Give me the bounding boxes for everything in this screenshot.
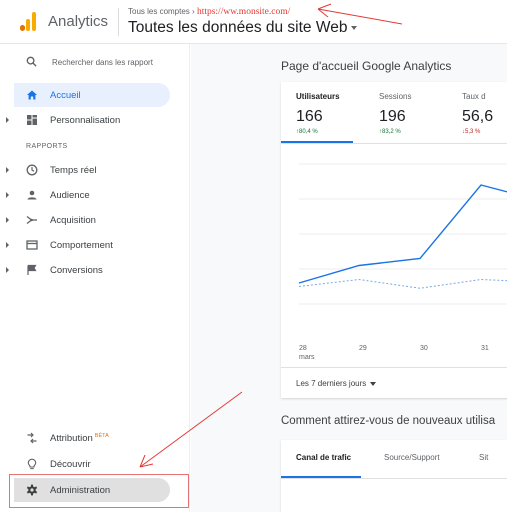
expand-arrow-icon xyxy=(6,242,9,248)
x-tick-label: 31 xyxy=(481,345,489,352)
overview-card: Utilisateurs 166 ↑80,4 % Sessions 196 ↑8… xyxy=(281,82,507,398)
behavior-icon xyxy=(26,240,38,250)
metric-change: ↑83,2 % xyxy=(379,129,401,135)
sidebar-item-home[interactable]: Accueil xyxy=(0,83,190,107)
metric-label: Sessions xyxy=(379,92,412,101)
page-title: Page d'accueil Google Analytics xyxy=(281,59,452,73)
sidebar-item-label: Comportement xyxy=(50,240,113,251)
tab-traffic-channel[interactable]: Canal de trafic xyxy=(296,453,351,462)
breadcrumb[interactable]: Tous les comptes › https://ww.monsite.co… xyxy=(128,7,290,17)
sidebar-item-label: Temps réel xyxy=(50,165,97,176)
expand-arrow-icon xyxy=(6,167,9,173)
sidebar-item-label: Personnalisation xyxy=(50,115,121,126)
sidebar-item-conversions[interactable]: Conversions xyxy=(0,258,190,282)
breadcrumb-property-url[interactable]: https://ww.monsite.com/ xyxy=(197,7,290,17)
sidebar-item-discover[interactable]: Découvrir xyxy=(0,452,190,476)
flag-icon xyxy=(27,264,37,275)
tab-source-medium[interactable]: Source/Support xyxy=(384,453,440,462)
acquisition-icon xyxy=(26,215,37,225)
header-divider xyxy=(118,8,119,36)
person-icon xyxy=(27,190,37,200)
card-divider xyxy=(281,143,507,144)
metric-label: Taux d xyxy=(462,92,486,101)
app-name: Analytics xyxy=(48,13,109,30)
acquisition-card-title: Comment attirez-vous de nouveaux utilisa xyxy=(281,415,496,427)
caret-down-icon xyxy=(370,381,377,386)
x-tick-label: 30 xyxy=(420,345,428,352)
sidebar-item-label: Audience xyxy=(50,190,90,201)
tab-referrals[interactable]: Sit xyxy=(479,453,488,462)
metric-users[interactable]: Utilisateurs 166 ↑80,4 % xyxy=(296,92,340,135)
home-icon xyxy=(27,90,37,100)
sidebar-item-label: Accueil xyxy=(50,90,81,101)
series-line-previous xyxy=(298,278,507,289)
x-tick-label: 29 xyxy=(359,345,367,352)
caret-down-icon xyxy=(351,25,358,30)
sidebar: Rechercher dans les rapport Accueil Pers… xyxy=(0,44,190,512)
expand-arrow-icon xyxy=(6,267,9,273)
sidebar-item-label: Découvrir xyxy=(50,459,91,470)
metric-label: Utilisateurs xyxy=(296,92,340,101)
view-title: Toutes les données du site Web xyxy=(128,19,348,36)
acquisition-card: Canal de trafic Source/Support Sit xyxy=(281,440,507,512)
card-divider xyxy=(281,367,507,368)
metric-change: ↓5,3 % xyxy=(462,129,481,135)
x-tick-label: 28 xyxy=(299,345,307,352)
analytics-logo-icon[interactable] xyxy=(20,12,37,31)
metric-value: 166 xyxy=(296,108,323,125)
search-icon xyxy=(26,56,37,67)
report-search[interactable]: Rechercher dans les rapport xyxy=(0,52,190,74)
attribution-icon xyxy=(27,432,37,444)
sidebar-item-customization[interactable]: Personnalisation xyxy=(0,108,190,132)
main-content: Page d'accueil Google Analytics Utilisat… xyxy=(191,44,507,512)
metric-sessions[interactable]: Sessions 196 ↑83,2 % xyxy=(379,92,411,135)
sidebar-item-realtime[interactable]: Temps réel xyxy=(0,158,190,182)
date-range-selector[interactable]: Les 7 derniers jours xyxy=(296,379,377,388)
annotation-highlight-box xyxy=(9,474,189,508)
section-label-reports: RAPPORTS xyxy=(26,143,68,150)
expand-arrow-icon xyxy=(6,217,9,223)
search-input[interactable]: Rechercher dans les rapport xyxy=(52,58,153,67)
sidebar-item-label: Conversions xyxy=(50,265,103,276)
sidebar-item-attribution[interactable]: Attribution BÊTA xyxy=(0,426,190,450)
metric-bounce-rate[interactable]: Taux d 56,6 ↓5,3 % xyxy=(462,92,493,135)
app-header: Analytics Tous les comptes › https://ww.… xyxy=(0,0,507,44)
x-tick-month-label: mars xyxy=(299,354,315,361)
expand-arrow-icon xyxy=(6,192,9,198)
sidebar-item-audience[interactable]: Audience xyxy=(0,183,190,207)
dashboard-icon xyxy=(27,115,37,125)
clock-icon xyxy=(26,164,38,176)
users-line-chart: 28 mars 29 30 31 xyxy=(298,163,507,361)
lightbulb-icon xyxy=(27,458,37,470)
beta-badge: BÊTA xyxy=(94,433,109,439)
metric-value: 196 xyxy=(379,108,406,125)
card-divider xyxy=(281,478,507,479)
sidebar-item-acquisition[interactable]: Acquisition xyxy=(0,208,190,232)
metric-value: 56,6 xyxy=(462,108,494,125)
sidebar-item-behavior[interactable]: Comportement xyxy=(0,233,190,257)
sidebar-item-label: Acquisition xyxy=(50,215,96,226)
sidebar-item-label: Attribution BÊTA xyxy=(50,433,109,444)
attribution-label: Attribution xyxy=(50,433,93,445)
view-selector[interactable]: Toutes les données du site Web xyxy=(128,19,358,37)
expand-arrow-icon xyxy=(6,117,9,123)
breadcrumb-all-accounts[interactable]: Tous les comptes › xyxy=(128,7,195,16)
date-range-label: Les 7 derniers jours xyxy=(296,379,367,388)
metric-change: ↑80,4 % xyxy=(296,129,318,135)
